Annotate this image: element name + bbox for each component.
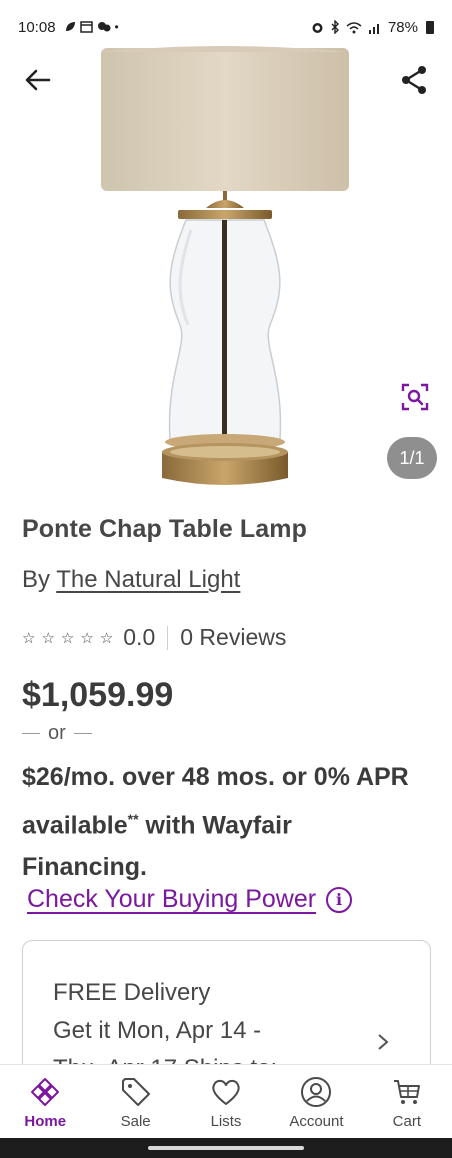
or-divider: or [22, 722, 92, 745]
chat-icon [97, 22, 111, 32]
reviews-link[interactable]: 0 Reviews [180, 624, 286, 651]
star-rating: ☆ ☆ ☆ ☆ ☆ [22, 629, 113, 647]
nav-account-label: Account [289, 1113, 344, 1130]
product-image[interactable] [96, 40, 356, 500]
wifi-icon [346, 21, 362, 33]
nav-account[interactable]: Account [271, 1065, 361, 1138]
home-icon [28, 1075, 62, 1109]
system-gesture-bar [0, 1138, 452, 1158]
star-icon: ☆ [41, 629, 55, 647]
financing-footnote-mark: ** [127, 811, 139, 827]
check-buying-power-link[interactable]: Check Your Buying Power i [27, 885, 353, 914]
price: $1,059.99 [22, 676, 174, 714]
nav-sale-label: Sale [120, 1113, 151, 1130]
rating-value: 0.0 [123, 624, 156, 650]
rating-row[interactable]: ☆ ☆ ☆ ☆ ☆ 0.0 0 Reviews [22, 624, 286, 651]
brand-link[interactable]: The Natural Light [56, 566, 240, 593]
product-title: Ponte Chap Table Lamp [22, 515, 307, 543]
delivery-date: Get it Mon, Apr 14 - [53, 1017, 262, 1044]
rating-divider [167, 625, 169, 650]
leaf-icon [65, 22, 75, 31]
tag-icon [119, 1075, 153, 1109]
star-icon: ☆ [22, 629, 36, 647]
status-time: 10:08 [18, 18, 56, 36]
back-arrow-icon [25, 69, 51, 91]
visual-search-icon [401, 383, 429, 411]
battery-percent: 78% [387, 18, 418, 36]
account-icon [299, 1075, 333, 1109]
divider-line [22, 733, 40, 734]
status-dot: • [114, 20, 119, 34]
star-icon: ☆ [80, 629, 94, 647]
share-icon [402, 66, 426, 94]
nav-cart[interactable]: Cart [362, 1065, 452, 1138]
bluetooth-icon [331, 20, 339, 34]
star-icon: ☆ [60, 629, 75, 647]
brand-byline: By The Natural Light [22, 566, 240, 594]
notification-icons: • [64, 20, 119, 34]
star-icon: ☆ [99, 629, 114, 647]
divider-line [73, 733, 92, 734]
alarm-icon [312, 22, 323, 33]
financing-offer: $26/mo. over 48 mos. or 0% APR available… [22, 756, 422, 888]
heart-icon [209, 1075, 243, 1109]
bottom-nav: Home Sale Lists Account Cart [0, 1064, 452, 1138]
nav-lists[interactable]: Lists [181, 1065, 271, 1138]
share-button[interactable] [394, 62, 434, 98]
info-icon[interactable]: i [326, 886, 353, 913]
image-counter: 1/1 [387, 437, 437, 479]
or-label: or [48, 722, 66, 744]
nav-sale[interactable]: Sale [90, 1065, 180, 1138]
nav-home-label: Home [24, 1113, 67, 1130]
chevron-right-icon [378, 1034, 389, 1050]
visual-search-button[interactable] [398, 380, 432, 414]
lamp-image [101, 46, 349, 485]
by-prefix: By [22, 566, 51, 593]
back-button[interactable] [18, 64, 58, 96]
battery-icon [426, 20, 434, 34]
status-left: 10:08 • [18, 19, 119, 36]
calendar-icon [79, 21, 93, 33]
signal-icon [368, 23, 379, 34]
nav-cart-label: Cart [392, 1113, 421, 1130]
home-gesture-pill[interactable] [148, 1146, 304, 1150]
buying-power-label: Check Your Buying Power [27, 885, 317, 913]
cart-icon [390, 1075, 424, 1109]
nav-home[interactable]: Home [0, 1065, 90, 1138]
nav-lists-label: Lists [210, 1113, 242, 1130]
delivery-title: FREE Delivery [53, 979, 211, 1006]
status-right: 78% [311, 19, 434, 36]
